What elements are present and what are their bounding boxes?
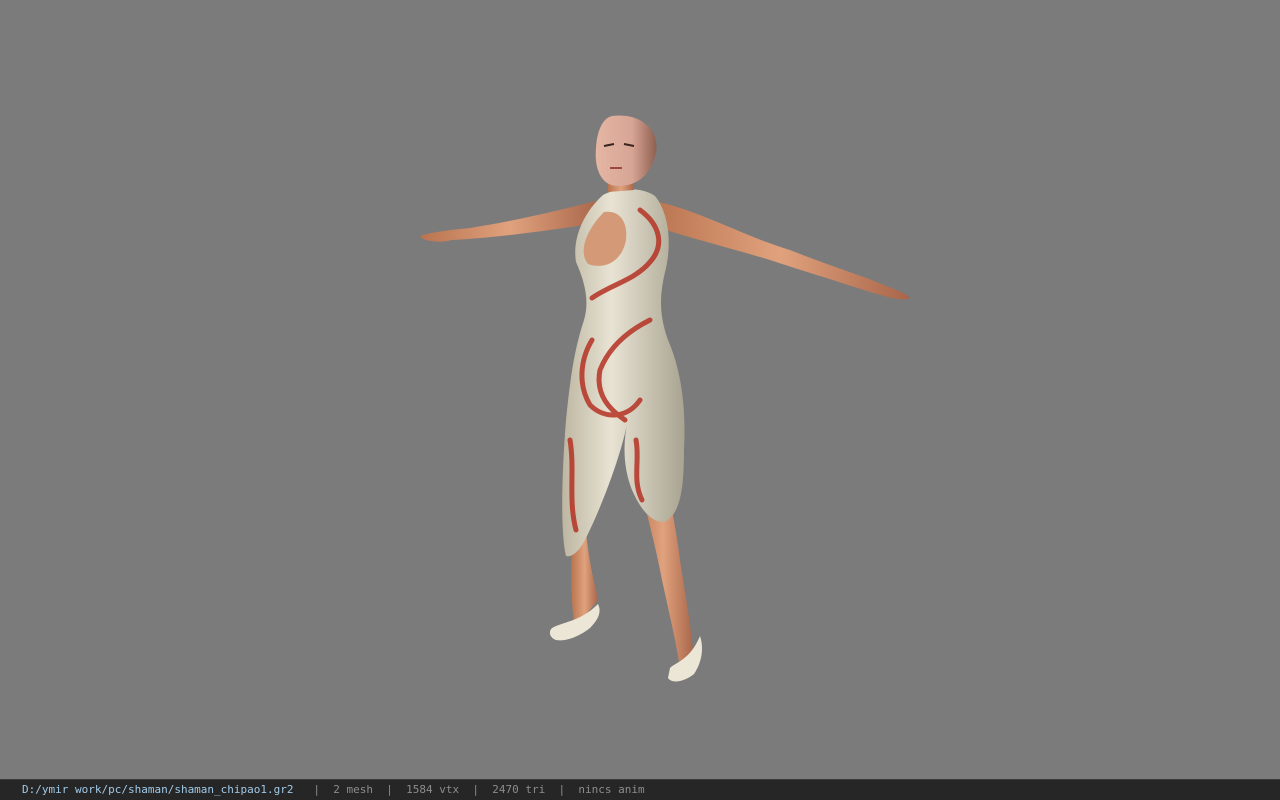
vertex-count: 1584 vtx	[406, 783, 460, 796]
left-arm	[420, 200, 600, 242]
animation-status: nincs anim	[578, 783, 645, 796]
head	[595, 115, 657, 186]
mesh-count: 2 mesh	[333, 783, 374, 796]
3d-viewport[interactable]	[0, 0, 1280, 779]
status-separator: |	[558, 783, 566, 796]
status-bar: D:/ymir work/pc/shaman/shaman_chipao1.gr…	[0, 779, 1280, 800]
status-separator: |	[386, 783, 393, 796]
triangle-count: 2470 tri	[492, 783, 546, 796]
file-path: D:/ymir work/pc/shaman/shaman_chipao1.gr…	[22, 783, 294, 796]
status-separator: |	[472, 783, 480, 796]
character-model[interactable]	[0, 0, 1280, 779]
right-arm	[650, 200, 910, 300]
status-separator: |	[313, 783, 321, 796]
